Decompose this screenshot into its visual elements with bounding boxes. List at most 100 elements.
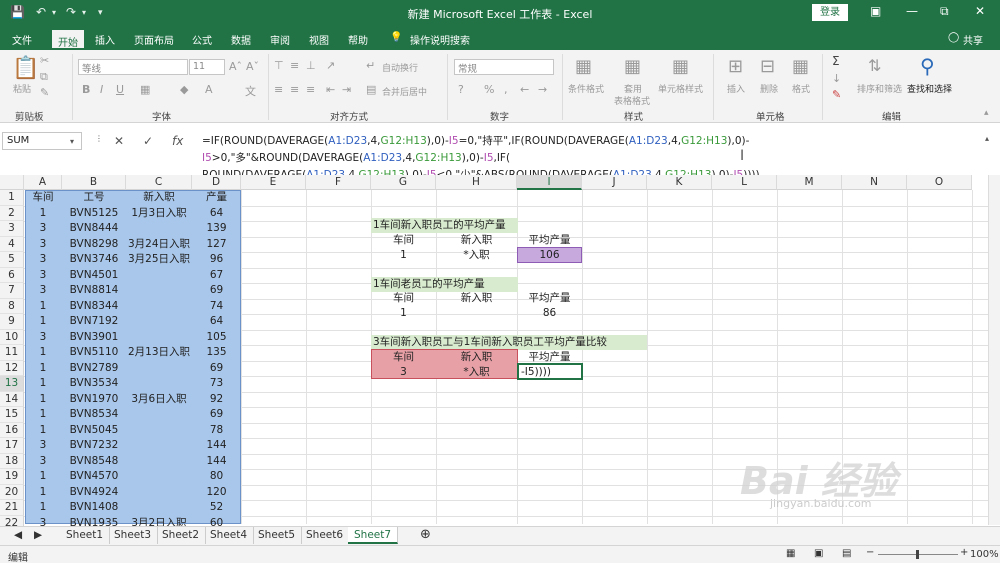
table-header-cell[interactable]: 车间 [24, 190, 62, 206]
format-cells-icon[interactable]: ▦ [792, 56, 809, 77]
merge-center-button[interactable]: 合并后居中 [382, 85, 427, 98]
table-cell[interactable] [126, 376, 192, 392]
table-header-cell[interactable]: 产量 [192, 190, 241, 206]
table-cell[interactable]: 144 [192, 454, 241, 470]
table-cell[interactable]: BVN8548 [62, 454, 126, 470]
table-cell[interactable]: BVN4570 [62, 469, 126, 485]
cell-styles-icon[interactable]: ▦ [672, 56, 689, 77]
tab-data[interactable]: 数据 [231, 32, 251, 47]
table-header-cell[interactable]: 新入职 [126, 190, 192, 206]
table-cell[interactable]: 144 [192, 438, 241, 454]
fill-icon[interactable]: ↓ [832, 72, 841, 85]
sort-filter-button[interactable]: 排序和筛选 [857, 82, 902, 95]
cancel-icon[interactable]: ✕ [114, 134, 124, 148]
enter-icon[interactable]: ✓ [143, 134, 153, 148]
table-cell[interactable]: 80 [192, 469, 241, 485]
table-cell[interactable]: 2月13日入职 [126, 345, 192, 361]
table-cell[interactable]: 52 [192, 500, 241, 516]
zoom-out-icon[interactable]: − [866, 547, 874, 558]
g5-workshop[interactable]: 1 [371, 248, 436, 264]
table-cell[interactable]: 3月6日入职 [126, 392, 192, 408]
phonetic-icon[interactable]: 文 [245, 83, 256, 99]
row-header-21[interactable]: 21 [0, 500, 24, 516]
g8-workshop-header[interactable]: 车间 [371, 291, 436, 307]
table-cell[interactable]: 3月25日入职 [126, 252, 192, 268]
i8-avg-header[interactable]: 平均产量 [517, 291, 582, 307]
table-cell[interactable]: BVN8344 [62, 299, 126, 315]
table-cell[interactable]: BVN4501 [62, 268, 126, 284]
table-cell[interactable]: 3 [24, 454, 62, 470]
row-header-5[interactable]: 5 [0, 252, 24, 268]
table-cell[interactable]: 1 [24, 500, 62, 516]
row-header-19[interactable]: 19 [0, 469, 24, 485]
restore-icon[interactable]: ⧉ [940, 4, 949, 19]
column-header-c[interactable]: C [126, 175, 192, 190]
bold-icon[interactable]: B [82, 83, 90, 96]
table-cell[interactable]: BVN7192 [62, 314, 126, 330]
table-cell[interactable]: 1月3日入职 [126, 206, 192, 222]
copy-icon[interactable]: ⧉ [40, 70, 48, 84]
table-cell[interactable]: 67 [192, 268, 241, 284]
share-button[interactable]: 共享 [963, 32, 983, 47]
tell-me-search[interactable]: 操作说明搜索 [410, 32, 470, 47]
table-cell[interactable]: BVN8814 [62, 283, 126, 299]
table-cell[interactable]: BVN2789 [62, 361, 126, 377]
underline-icon[interactable]: U [116, 83, 124, 96]
close-icon[interactable]: ✕ [975, 4, 985, 18]
border-icon[interactable]: ▦ [140, 83, 150, 96]
font-name-select[interactable]: 等线 [78, 59, 188, 75]
table-cell[interactable] [126, 407, 192, 423]
insert-cells-button[interactable]: 插入 [727, 82, 745, 95]
conditional-format-button[interactable]: 条件格式 [568, 82, 604, 95]
column-header-l[interactable]: L [712, 175, 777, 190]
decrease-font-icon[interactable]: Aˇ [246, 60, 259, 73]
row-header-18[interactable]: 18 [0, 453, 24, 469]
table-cell[interactable]: 1 [24, 392, 62, 408]
number-format-select[interactable]: 常规 [454, 59, 554, 75]
column-header-a[interactable]: A [24, 175, 62, 190]
page-layout-view-icon[interactable]: ▣ [814, 548, 823, 559]
table-cell[interactable]: 127 [192, 237, 241, 253]
sheet-tab-sheet1[interactable]: Sheet1 [60, 527, 111, 544]
table-cell[interactable]: 135 [192, 345, 241, 361]
delete-cells-button[interactable]: 删除 [760, 82, 778, 95]
table-cell[interactable]: 1 [24, 345, 62, 361]
table-cell[interactable]: BVN5110 [62, 345, 126, 361]
table-cell[interactable] [126, 299, 192, 315]
table-cell[interactable]: 3月24日入职 [126, 237, 192, 253]
conditional-format-icon[interactable]: ▦ [575, 56, 592, 77]
table-cell[interactable]: 3 [24, 438, 62, 454]
format-cells-button[interactable]: 格式 [792, 82, 810, 95]
tab-review[interactable]: 审阅 [270, 32, 290, 47]
wrap-text-button[interactable]: 自动换行 [382, 61, 418, 74]
table-cell[interactable]: 3 [24, 330, 62, 346]
table-cell[interactable]: 3 [24, 237, 62, 253]
table-cell[interactable]: 64 [192, 314, 241, 330]
row-header-17[interactable]: 17 [0, 438, 24, 454]
select-all-corner[interactable] [0, 175, 24, 190]
table-cell[interactable]: 78 [192, 423, 241, 439]
percent-icon[interactable]: % [484, 83, 494, 96]
table-cell[interactable]: 69 [192, 361, 241, 377]
table-cell[interactable]: 64 [192, 206, 241, 222]
sheet-tab-sheet7[interactable]: Sheet7 [348, 527, 399, 544]
table-cell[interactable]: BVN1970 [62, 392, 126, 408]
normal-view-icon[interactable]: ▦ [786, 548, 795, 559]
clear-icon[interactable]: ✎ [832, 88, 841, 101]
zoom-in-icon[interactable]: + [960, 547, 968, 558]
delete-cells-icon[interactable]: ⊟ [760, 56, 775, 77]
zoom-slider-thumb[interactable] [916, 550, 919, 559]
table-cell[interactable]: 1 [24, 376, 62, 392]
insert-cells-icon[interactable]: ⊞ [728, 56, 743, 77]
table-cell[interactable] [126, 330, 192, 346]
font-size-select[interactable]: 11 [189, 59, 225, 75]
scroll-right-icon[interactable]: ▶ [28, 527, 48, 544]
orientation-icon[interactable]: ↗ [326, 59, 335, 72]
fill-color-icon[interactable]: ◆ [180, 83, 188, 96]
table-cell[interactable]: 1 [24, 314, 62, 330]
comma-icon[interactable]: , [504, 83, 508, 96]
scroll-left-icon[interactable]: ◀ [8, 527, 28, 544]
find-select-button[interactable]: 查找和选择 [907, 82, 952, 95]
name-box-dropdown-icon[interactable]: ▾ [70, 137, 74, 146]
row-header-1[interactable]: 1 [0, 190, 24, 206]
